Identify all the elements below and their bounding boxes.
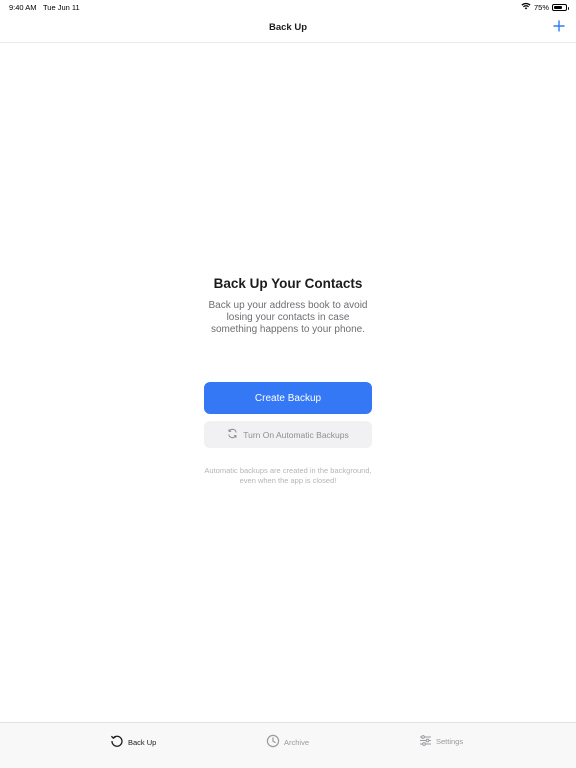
tab-label: Archive [284, 737, 310, 747]
battery-percent: 75% [533, 2, 549, 12]
plus-icon [553, 20, 565, 32]
empty-state-title: Back Up Your Contacts [213, 276, 363, 291]
status-date: Tue Jun 11 [43, 3, 80, 12]
battery-level [554, 5, 563, 9]
empty-state-description: Back up your address book to avoid losin… [208, 300, 368, 335]
empty-state: Back Up Your Contacts Back up your addre… [0, 276, 576, 336]
tab-settings[interactable]: Settings [419, 734, 463, 749]
footnote-text: Automatic backups are created in the bac… [204, 466, 372, 485]
clock-icon [266, 734, 280, 750]
tab-back-up[interactable]: Back Up [110, 734, 156, 750]
auto-backup-button[interactable]: Turn On Automatic Backups [204, 421, 372, 448]
refresh-icon [227, 428, 238, 441]
status-indicators: 75% [521, 2, 569, 12]
add-button[interactable] [552, 19, 566, 33]
auto-backup-label: Turn On Automatic Backups [243, 429, 349, 440]
history-icon [110, 734, 124, 750]
tab-label: Settings [436, 737, 464, 746]
navigation-bar: Back Up [0, 14, 576, 43]
tab-bar: Back Up Archive Settings [0, 722, 576, 768]
status-bar: 9:40 AM Tue Jun 11 75% [0, 0, 576, 14]
status-time: 9:40 AM [9, 3, 37, 12]
create-backup-button[interactable]: Create Backup [204, 382, 372, 414]
tab-label: Back Up [128, 737, 157, 747]
sliders-icon [419, 734, 432, 749]
tab-archive[interactable]: Archive [266, 734, 309, 750]
footnote: Automatic backups are created in the bac… [0, 466, 576, 488]
battery-icon [552, 3, 569, 11]
wifi-icon [521, 2, 531, 12]
page-title: Back Up [268, 22, 307, 33]
